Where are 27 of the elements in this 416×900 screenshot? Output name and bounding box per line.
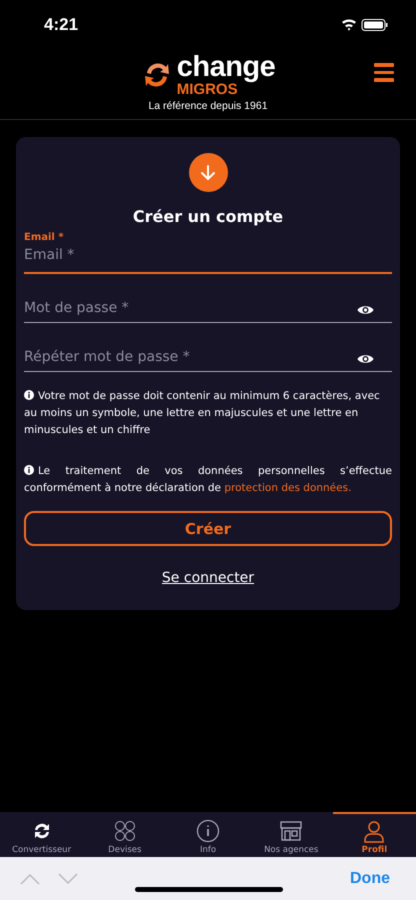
- logo-wordmark: change: [176, 52, 276, 82]
- info-notice: Le traitement de vos données personnelles s’effectue conformément à notre déclaration de protection des données.: [24, 464, 392, 496]
- privacy-link[interactable]: protection des données.: [224, 482, 352, 494]
- menu-button[interactable]: [374, 63, 394, 82]
- eye-icon[interactable]: [357, 353, 374, 365]
- tagline: La référence depuis 1961: [148, 100, 268, 112]
- tab[interactable]: Info: [166, 812, 250, 857]
- eye-icon[interactable]: [357, 304, 374, 316]
- info-icon: [196, 819, 220, 843]
- input-field[interactable]: Email *: [24, 245, 392, 274]
- currency-icon: [112, 819, 137, 843]
- info-notice: Votre mot de passe doit contenir au minimum 6 caractères, avec au moins un symbole, une lettre en majuscules et une lettre en minuscules et un chiffre: [24, 389, 381, 438]
- form-title: Créer un compte: [132, 207, 284, 226]
- download-icon: [188, 153, 228, 192]
- info-icon: [24, 390, 34, 400]
- create-button[interactable]: Créer: [24, 511, 392, 546]
- info-icon: [24, 465, 34, 475]
- login-link[interactable]: Se connecter: [162, 570, 254, 586]
- tab[interactable]: Nos agences: [250, 812, 333, 857]
- status-time: 4:21: [44, 14, 78, 34]
- storefront-icon: [279, 819, 304, 843]
- tab[interactable]: Convertisseur: [0, 812, 84, 857]
- logo-brand: MIGROS: [176, 82, 238, 96]
- tab[interactable]: Devises: [83, 812, 166, 857]
- person-icon: [362, 819, 386, 843]
- field-label: Email *: [24, 232, 65, 243]
- input-field[interactable]: Répéter mot de passe *: [24, 337, 392, 372]
